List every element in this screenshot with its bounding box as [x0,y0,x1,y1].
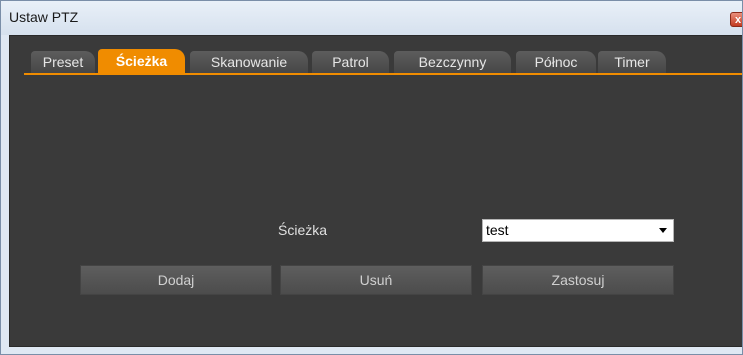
add-button[interactable]: Dodaj [80,265,272,295]
tab-bar: Preset Ścieżka Skanowanie Patrol Bezczyn… [10,36,742,75]
tab-underline [24,73,742,75]
window-title: Ustaw PTZ [9,9,79,25]
remove-button[interactable]: Usuń [280,265,472,295]
chevron-down-icon [659,228,667,233]
path-select[interactable]: test [482,219,674,242]
ptz-window: Ustaw PTZ x Preset Ścieżka Skanowanie Pa… [0,0,743,355]
apply-button[interactable]: Zastosuj [482,265,674,295]
tab-skanowanie[interactable]: Skanowanie [190,51,308,73]
ptz-panel: Preset Ścieżka Skanowanie Patrol Bezczyn… [9,35,742,347]
path-label: Ścieżka [278,222,328,238]
tab-sciezka[interactable]: Ścieżka [98,49,185,73]
tab-polnoc[interactable]: Północ [516,51,596,73]
path-select-value: test [486,222,509,238]
title-bar[interactable]: Ustaw PTZ x [1,1,742,35]
close-button[interactable]: x [730,12,742,27]
tab-patrol[interactable]: Patrol [312,51,389,73]
tab-bezczynny[interactable]: Bezczynny [394,51,511,73]
tab-preset[interactable]: Preset [31,51,95,73]
close-icon: x [734,14,742,26]
tab-timer[interactable]: Timer [598,51,666,73]
